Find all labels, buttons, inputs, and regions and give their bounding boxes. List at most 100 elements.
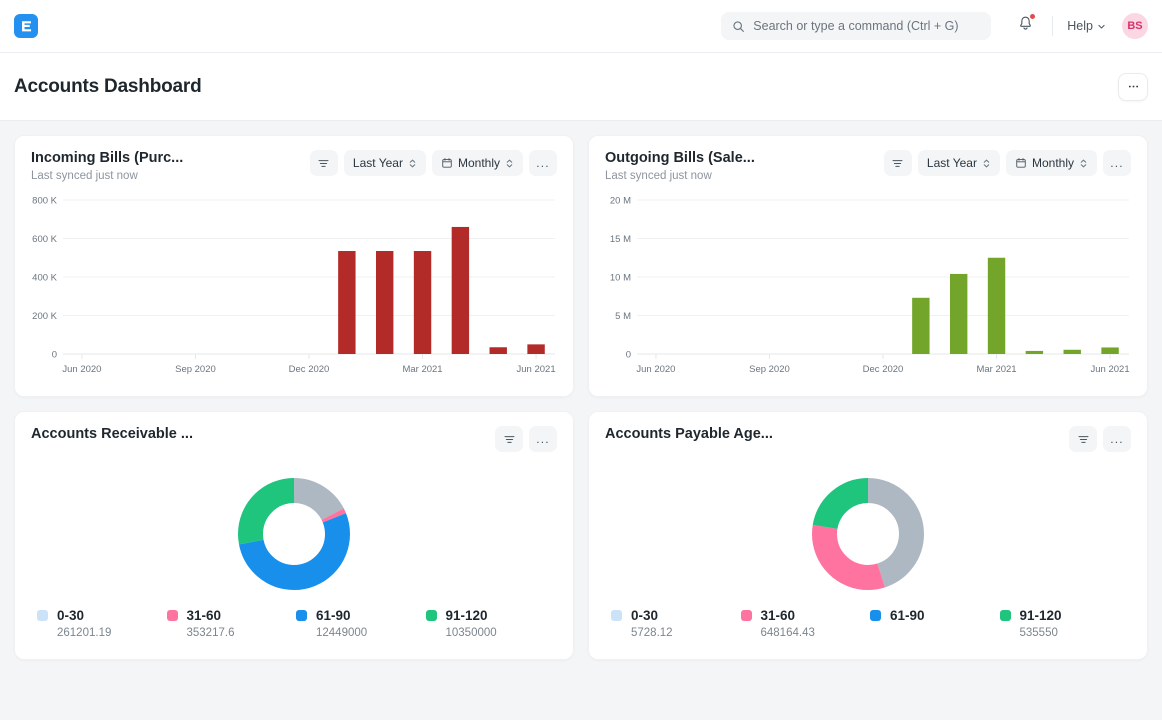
- legend-swatch-icon: [611, 610, 622, 621]
- outgoing-bills-chart[interactable]: 0 5 M 10 M 15 M 20 M Jun 2020 Sep 2020 Dec 2020…: [603, 190, 1133, 386]
- notifications-button[interactable]: [1011, 9, 1040, 43]
- accounts-receivable-chart[interactable]: [236, 476, 352, 592]
- filter-button[interactable]: [309, 150, 338, 176]
- erpnext-logo-icon[interactable]: [14, 14, 38, 38]
- help-label: Help: [1067, 19, 1093, 33]
- card-header: Accounts Receivable ... ...: [15, 412, 573, 452]
- ellipsis-icon: ...: [1110, 432, 1124, 446]
- selector-icon: [983, 159, 990, 167]
- filter-button[interactable]: [1069, 426, 1097, 452]
- svg-text:200 K: 200 K: [32, 311, 57, 322]
- search-box[interactable]: [721, 12, 992, 40]
- svg-text:Jun 2020: Jun 2020: [62, 364, 101, 375]
- legend-label: 61-90: [316, 608, 351, 623]
- chart-container: 0 5 M 10 M 15 M 20 M Jun 2020 Sep 2020 Dec 2020…: [589, 182, 1147, 396]
- svg-text:600 K: 600 K: [32, 234, 57, 245]
- card-menu-button[interactable]: ...: [1103, 426, 1131, 452]
- filter-icon: [1078, 435, 1088, 443]
- card-title-group: Accounts Payable Age...: [605, 426, 773, 442]
- svg-text:10 M: 10 M: [610, 272, 631, 283]
- legend-label: 31-60: [760, 608, 796, 623]
- svg-text:Mar 2021: Mar 2021: [976, 364, 1016, 375]
- svg-text:Sep 2020: Sep 2020: [175, 364, 216, 375]
- legend-value: 535550: [1019, 627, 1058, 639]
- card-title: Accounts Payable Age...: [605, 426, 773, 442]
- chart-container: [15, 452, 573, 602]
- legend-value: 5728.12: [631, 627, 673, 639]
- notification-badge-dot: [1030, 14, 1036, 19]
- legend-item[interactable]: 0-30 5728.12: [611, 608, 741, 639]
- legend-value: 261201.19: [57, 627, 112, 639]
- search-input[interactable]: [753, 19, 981, 33]
- legend-value: 12449000: [316, 627, 368, 639]
- interval-select[interactable]: Monthly: [1005, 150, 1097, 176]
- calendar-icon: [1016, 158, 1026, 168]
- dashboard-row-bar-charts: Incoming Bills (Purc... Last synced just…: [14, 135, 1148, 397]
- card-menu-button[interactable]: ...: [529, 150, 557, 176]
- svg-text:5 M: 5 M: [615, 311, 631, 322]
- legend-item[interactable]: 91-120 535550: [999, 608, 1130, 639]
- legend-swatch-icon: [740, 610, 752, 621]
- date-range-select[interactable]: Last Year: [343, 150, 426, 176]
- date-range-label: Last Year: [352, 156, 403, 170]
- chart-container: [589, 452, 1147, 602]
- card-title: Incoming Bills (Purc...: [31, 150, 184, 166]
- card-accounts-payable: Accounts Payable Age... ... 0-30 5728.12…: [588, 411, 1148, 660]
- chart-legend: 0-30 261201.19 31-60 353217.6 61-90 1244…: [15, 602, 573, 659]
- svg-text:Jun 2021: Jun 2021: [1091, 364, 1130, 375]
- card-title: Accounts Receivable ...: [31, 426, 193, 442]
- date-range-label: Last Year: [926, 156, 977, 170]
- legend-swatch-icon: [166, 610, 178, 621]
- svg-text:Sep 2020: Sep 2020: [749, 364, 790, 375]
- navbar-divider: [1052, 16, 1054, 36]
- svg-text:15 M: 15 M: [610, 234, 631, 245]
- card-actions: ...: [495, 426, 557, 452]
- chevron-down-icon: [1098, 24, 1105, 28]
- selector-icon: [1080, 159, 1087, 167]
- svg-text:0: 0: [52, 349, 57, 360]
- legend-swatch-icon: [296, 610, 307, 621]
- legend-swatch-icon: [37, 610, 48, 621]
- interval-label: Monthly: [1031, 156, 1074, 170]
- filter-icon: [504, 435, 514, 443]
- filter-button[interactable]: [883, 150, 912, 176]
- selector-icon: [409, 159, 416, 167]
- ellipsis-icon: ...: [536, 156, 550, 170]
- card-menu-button[interactable]: ...: [1103, 150, 1131, 176]
- card-header: Incoming Bills (Purc... Last synced just…: [15, 136, 573, 182]
- incoming-bills-chart[interactable]: 0 200 K 400 K 600 K 800 K Jun 2020 Sep 2020 Dec…: [29, 190, 559, 386]
- legend-item[interactable]: 31-60 648164.43: [740, 608, 871, 639]
- legend-item[interactable]: 91-120 10350000: [425, 608, 556, 639]
- card-menu-button[interactable]: ...: [529, 426, 557, 452]
- legend-item[interactable]: 31-60 353217.6: [166, 608, 297, 639]
- legend-swatch-icon: [425, 610, 437, 621]
- accounts-payable-chart[interactable]: [810, 476, 926, 592]
- legend-label: 91-120: [1019, 608, 1062, 623]
- chart-legend: 0-30 5728.12 31-60 648164.43 61-90 91-12…: [589, 602, 1147, 659]
- legend-item[interactable]: 61-90 12449000: [296, 608, 426, 639]
- legend-item[interactable]: 0-30 261201.19: [37, 608, 167, 639]
- dashboard-body: Incoming Bills (Purc... Last synced just…: [0, 121, 1162, 660]
- interval-select[interactable]: Monthly: [431, 150, 523, 176]
- legend-label: 31-60: [186, 608, 222, 623]
- svg-text:Jun 2020: Jun 2020: [636, 364, 675, 375]
- legend-item[interactable]: 61-90: [870, 608, 1000, 639]
- page-menu-button[interactable]: [1118, 72, 1148, 101]
- filter-button[interactable]: [495, 426, 523, 452]
- svg-text:400 K: 400 K: [32, 272, 57, 283]
- card-subtitle: Last synced just now: [605, 170, 712, 182]
- legend-label: 0-30: [631, 608, 659, 623]
- legend-value: 10350000: [445, 627, 497, 639]
- card-actions: Last Year Monthly ...: [883, 150, 1131, 176]
- calendar-icon: [442, 158, 452, 168]
- date-range-select[interactable]: Last Year: [917, 150, 1000, 176]
- card-subtitle: Last synced just now: [31, 170, 138, 182]
- dashboard-row-donut-charts: Accounts Receivable ... ... 0-30 261201.…: [14, 411, 1148, 660]
- legend-value: 353217.6: [186, 627, 235, 639]
- svg-text:0: 0: [626, 349, 631, 360]
- card-title-group: Incoming Bills (Purc... Last synced just…: [31, 150, 183, 182]
- avatar[interactable]: BS: [1122, 13, 1148, 39]
- legend-value: 648164.43: [760, 627, 815, 639]
- help-menu[interactable]: Help: [1065, 15, 1108, 37]
- card-header: Outgoing Bills (Sale... Last synced just…: [589, 136, 1147, 182]
